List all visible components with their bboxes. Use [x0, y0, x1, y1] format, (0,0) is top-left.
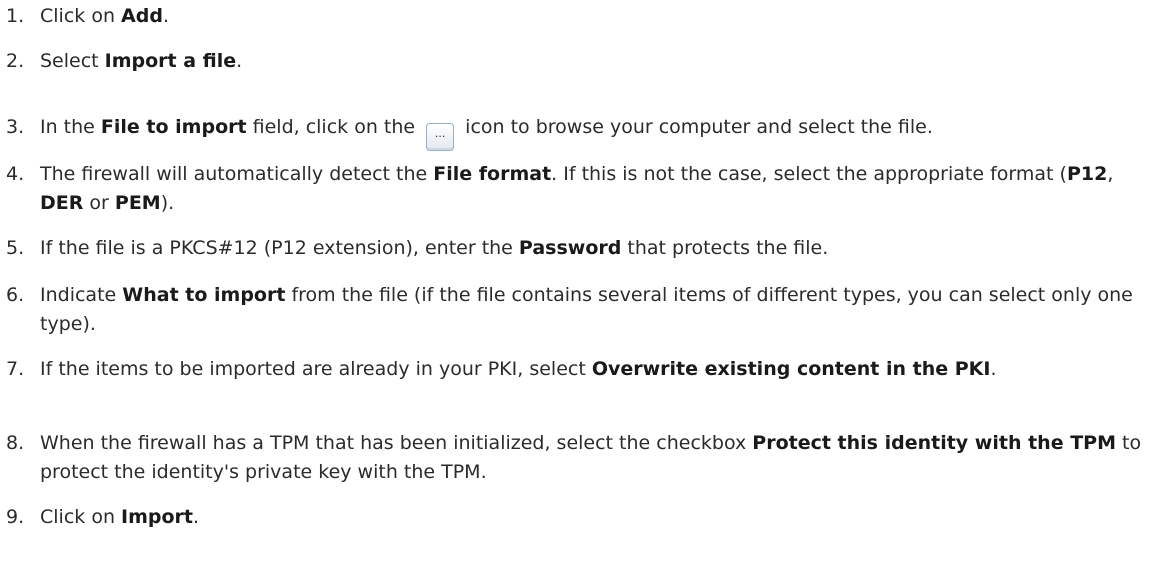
- step-number: 4.: [6, 163, 25, 185]
- step-text-run: .: [162, 5, 169, 27]
- step-4: 4. The firewall will automatically detect…: [0, 160, 1148, 218]
- step-text: The firewall will automatically detect t…: [40, 160, 1148, 218]
- step-text-run: .: [236, 50, 243, 72]
- step-2: 2. Select Import a file.: [0, 47, 1148, 76]
- step-number: 8.: [6, 432, 25, 454]
- step-text-run: .: [990, 358, 997, 380]
- step-text-run: If the file is a PKCS#12 (P12 extension)…: [40, 237, 519, 259]
- step-1: 1. Click on Add.: [0, 2, 1148, 31]
- bold-term: P12: [1066, 163, 1108, 185]
- step-text-run: field, click on the: [246, 116, 422, 138]
- step-text: Indicate What to import from the file (i…: [40, 281, 1148, 339]
- step-5: 5. If the file is a PKCS#12 (P12 extensio…: [0, 234, 1148, 263]
- bold-term: What to import: [122, 284, 286, 306]
- step-number: 5.: [6, 237, 25, 259]
- step-number: 7.: [6, 358, 25, 380]
- step-number: 3.: [6, 116, 25, 138]
- step-text-run: The firewall will automatically detect t…: [40, 163, 434, 185]
- step-text-run: Indicate: [40, 284, 123, 306]
- step-6: 6. Indicate What to import from the file …: [0, 281, 1148, 339]
- step-text-run: . If this is not the case, select the ap…: [551, 163, 1067, 185]
- step-number: 6.: [6, 284, 25, 306]
- bold-term: DER: [40, 192, 84, 214]
- bold-term: File to import: [100, 116, 247, 138]
- step-text: Select Import a file.: [40, 47, 1148, 76]
- bold-term: File format: [433, 163, 552, 185]
- bold-term: Add: [121, 5, 163, 27]
- step-7: 7. If the items to be imported are alread…: [0, 355, 1148, 384]
- step-number: 9.: [6, 506, 25, 528]
- step-number: 2.: [6, 50, 25, 72]
- bold-term: PEM: [114, 192, 161, 214]
- bold-term: Overwrite existing content in the PKI: [591, 358, 991, 380]
- step-number: 1.: [6, 5, 25, 27]
- step-text: Click on Import.: [40, 503, 1148, 532]
- step-text-run: that protects the file.: [621, 237, 829, 259]
- step-text: If the file is a PKCS#12 (P12 extension)…: [40, 234, 1148, 263]
- step-3: 3. In the File to import field, click on …: [0, 113, 1148, 151]
- step-text-run: Select: [40, 50, 105, 72]
- browse-button-icon[interactable]: ...: [426, 123, 455, 151]
- step-text-run: If the items to be imported are already …: [40, 358, 592, 380]
- bold-term: Password: [518, 237, 622, 259]
- step-text-run: In the: [40, 116, 101, 138]
- bold-term: Protect this identity with the TPM: [752, 432, 1116, 454]
- step-text-run: icon to browse your computer and select …: [459, 116, 933, 138]
- step-text: When the firewall has a TPM that has bee…: [40, 429, 1148, 487]
- step-text-run: ).: [160, 192, 175, 214]
- step-text-run: .: [193, 506, 200, 528]
- step-text: Click on Add.: [40, 2, 1148, 31]
- step-text-run: Click on: [40, 5, 122, 27]
- step-text: In the File to import field, click on th…: [40, 113, 1148, 151]
- step-text-run: Click on: [40, 506, 122, 528]
- step-text: If the items to be imported are already …: [40, 355, 1148, 384]
- step-9: 9. Click on Import.: [0, 503, 1148, 532]
- bold-term: Import a file: [104, 50, 237, 72]
- step-text-run: ,: [1107, 163, 1114, 185]
- step-text-run: When the firewall has a TPM that has bee…: [40, 432, 753, 454]
- step-8: 8. When the firewall has a TPM that has b…: [0, 429, 1148, 487]
- bold-term: Import: [121, 506, 194, 528]
- step-text-run: or: [83, 192, 115, 214]
